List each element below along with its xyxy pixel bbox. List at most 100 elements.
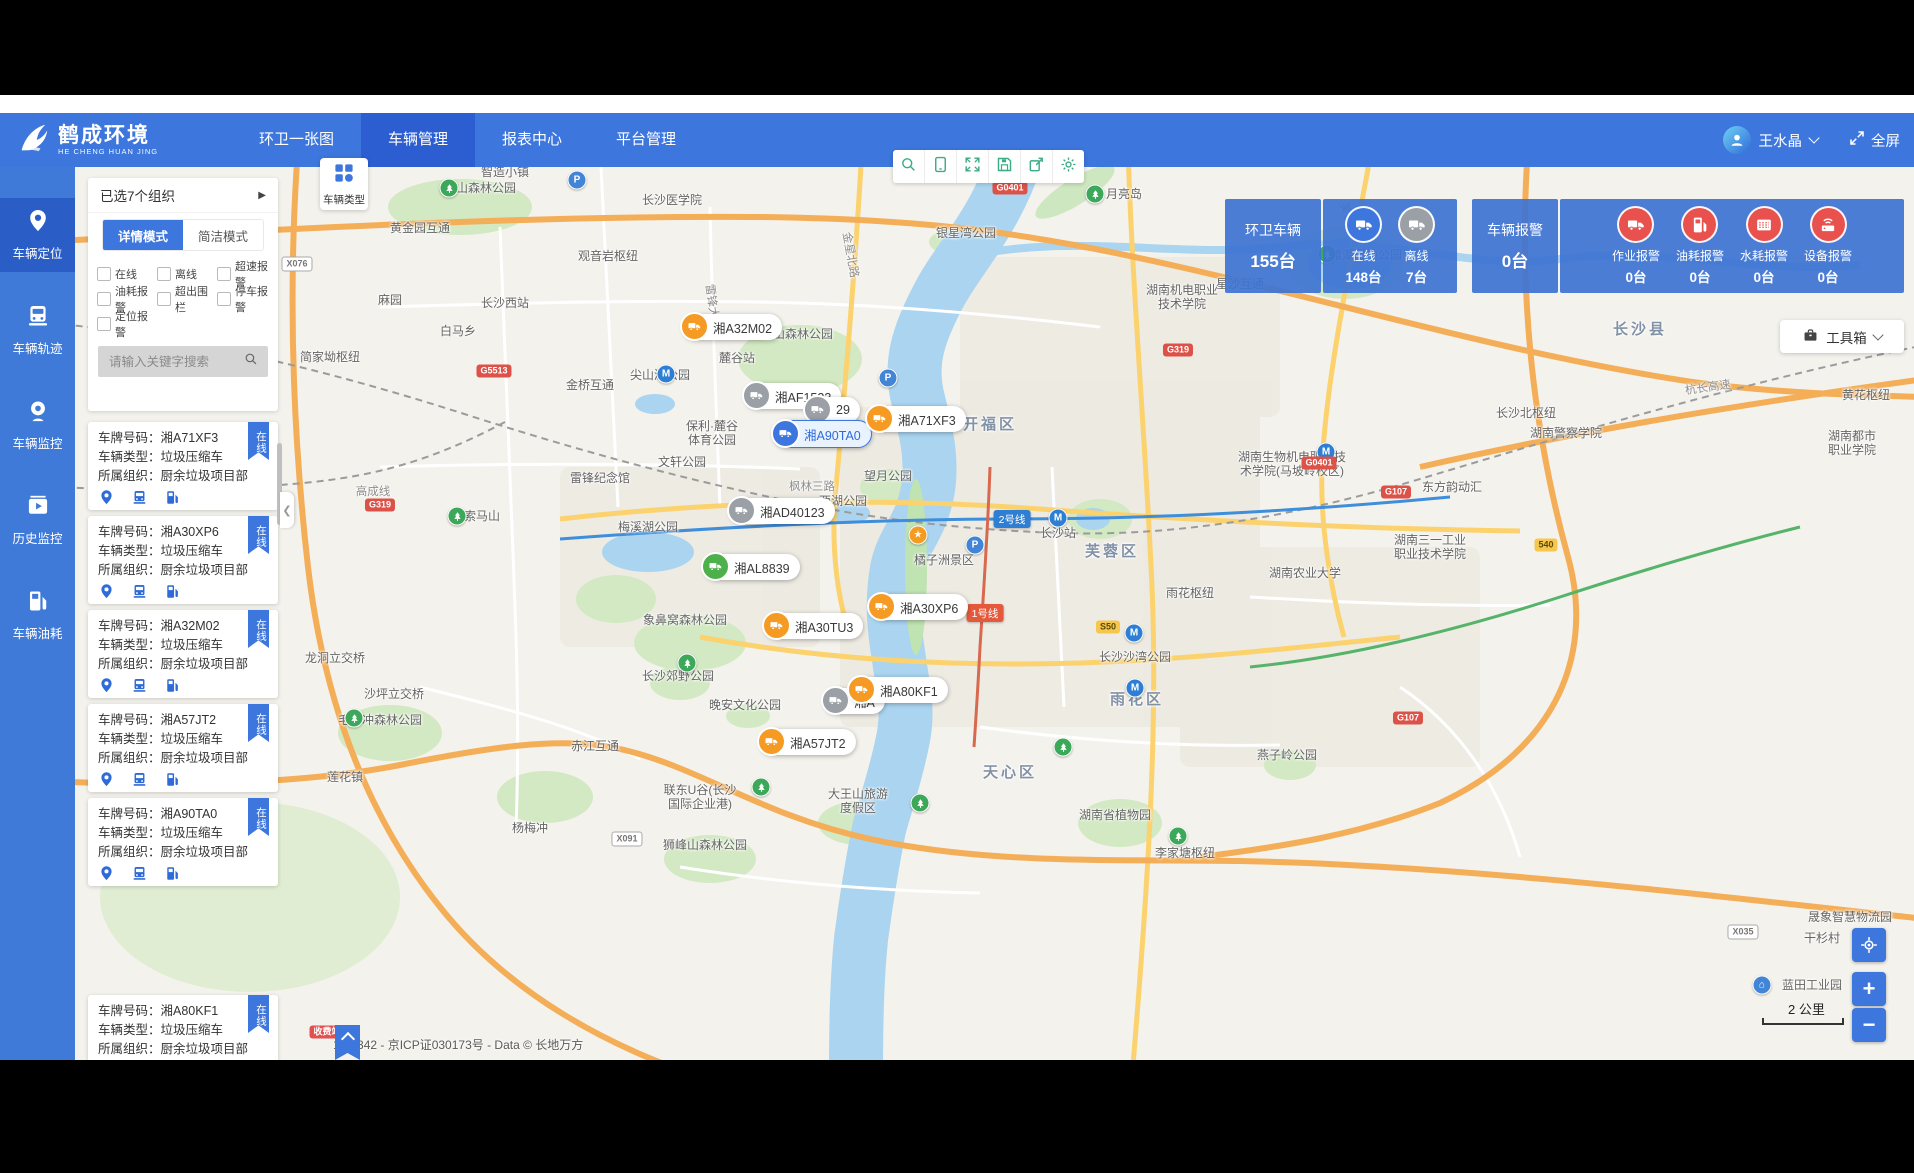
nav-tab-2[interactable]: 报表中心 xyxy=(475,113,589,167)
sidebar-item-0[interactable]: 车辆定位 xyxy=(0,198,75,272)
track-vehicle-icon[interactable] xyxy=(131,771,148,793)
road-shield: X091 xyxy=(611,832,642,847)
tab-mode-0[interactable]: 详情模式 xyxy=(103,220,183,250)
checkbox-icon xyxy=(97,267,111,281)
sidebar-item-2[interactable]: 车辆监控 xyxy=(0,388,75,462)
locate-vehicle-icon[interactable] xyxy=(98,865,115,887)
tree-poi-icon xyxy=(1086,185,1105,204)
vehicle-marker-湘AL8839[interactable]: 湘AL8839 xyxy=(704,554,800,580)
locate-vehicle-icon[interactable] xyxy=(98,771,115,793)
fullscreen-fit-button[interactable] xyxy=(957,150,989,183)
tree-poi-icon xyxy=(1169,827,1188,846)
locate-vehicle-icon[interactable] xyxy=(98,489,115,511)
filter-checkbox-6[interactable]: 定位报警 xyxy=(97,311,157,336)
checkbox-icon xyxy=(217,292,231,306)
m-poi-icon: M xyxy=(1049,509,1068,528)
online-offline-card[interactable]: 在线 148台 离线 7台 xyxy=(1323,199,1457,293)
map-area: 智造小镇乌山森林公园长沙医学院黄金园互通月亮岛银星湾公园观音岩枢纽星沙互通松雅湖… xyxy=(0,167,1914,1060)
locate-vehicle-icon[interactable] xyxy=(98,583,115,605)
filter-label: 在线 xyxy=(115,266,137,282)
vehicle-marker-湘A80KF1[interactable]: 湘A80KF1 xyxy=(850,677,948,703)
toolbox-dropdown[interactable]: 工具箱 xyxy=(1780,320,1904,353)
nav-tab-1[interactable]: 车辆管理 xyxy=(361,113,475,167)
measure-icon xyxy=(931,155,950,179)
zoom-out-button[interactable]: − xyxy=(1852,1008,1886,1042)
alarm-counters-card[interactable]: 作业报警0台油耗报警0台水耗报警0台设备报警0台 xyxy=(1560,199,1904,293)
map-copyright: 1111342 - 京ICP证030173号 - Data © 长地万方 xyxy=(333,1036,583,1053)
vehicle-marker-湘A71XF3[interactable]: 湘A71XF3 xyxy=(868,406,966,432)
vehicle-card-湘A80KF1[interactable]: 车牌号码：湘A80KF1车辆类型：垃圾压缩车所属组织：厨余垃圾项目部在线 xyxy=(88,995,278,1060)
settings-button[interactable] xyxy=(1053,150,1084,183)
fuel-record-icon[interactable] xyxy=(164,583,181,605)
card-type: 车辆类型：垃圾压缩车 xyxy=(98,636,268,655)
user-avatar[interactable] xyxy=(1723,126,1751,154)
vehicle-type-button[interactable]: 车辆类型 xyxy=(320,158,368,210)
alarm-stat-1: 油耗报警0台 xyxy=(1676,206,1724,286)
road-shield: G319 xyxy=(365,499,395,512)
fullscreen-button[interactable]: 全屏 xyxy=(1848,129,1900,151)
tab-mode-1[interactable]: 简洁模式 xyxy=(183,220,263,250)
fleet-total-label: 环卫车辆 xyxy=(1245,220,1301,240)
vehicle-marker-湘A30TU3[interactable]: 湘A30TU3 xyxy=(765,613,863,639)
track-vehicle-icon[interactable] xyxy=(131,489,148,511)
vehicle-marker-湘A30XP6[interactable]: 湘A30XP6 xyxy=(870,594,968,620)
export-button[interactable] xyxy=(1021,150,1053,183)
sidebar-item-3[interactable]: 历史监控 xyxy=(0,483,75,557)
checkbox-icon xyxy=(157,292,171,306)
fuel-record-icon[interactable] xyxy=(164,771,181,793)
sidebar-item-4[interactable]: 车辆油耗 xyxy=(0,578,75,652)
vehicle-marker-湘A90TA0[interactable]: 湘A90TA0 xyxy=(773,420,872,448)
vehicle-card-湘A30XP6[interactable]: 车牌号码：湘A30XP6车辆类型：垃圾压缩车所属组织：厨余垃圾项目部在线 xyxy=(88,516,278,604)
filter-checkbox-4[interactable]: 超出围栏 xyxy=(157,286,217,311)
app-window: 鹤成环境 HE CHENG HUAN JING 环卫一张图车辆管理报表中心平台管… xyxy=(0,95,1914,1060)
zoom-search-button[interactable] xyxy=(893,150,925,183)
road-shield: G107 xyxy=(1381,486,1411,499)
track-vehicle-icon[interactable] xyxy=(131,865,148,887)
vehicle-marker-湘A32M02[interactable]: 湘A32M02 xyxy=(683,314,782,340)
checkbox-icon xyxy=(217,267,231,281)
road-shield: G107 xyxy=(1393,712,1423,725)
nav-tab-3[interactable]: 平台管理 xyxy=(589,113,703,167)
zoom-search-icon xyxy=(899,155,918,179)
locate-button[interactable] xyxy=(1852,928,1886,962)
search-input[interactable] xyxy=(107,354,237,370)
sidebar-item-1[interactable]: 车辆轨迹 xyxy=(0,293,75,367)
vehicle-marker-湘A57JT2[interactable]: 湘A57JT2 xyxy=(760,729,856,755)
org-selector-label: 已选7个组织 xyxy=(100,185,175,205)
track-vehicle-icon[interactable] xyxy=(131,583,148,605)
alarm-value: 0台 xyxy=(1689,266,1710,286)
save-button[interactable] xyxy=(989,150,1021,183)
track-vehicle-icon[interactable] xyxy=(131,677,148,699)
filter-checkbox-5[interactable]: 停车报警 xyxy=(217,286,277,311)
user-name[interactable]: 王水晶 xyxy=(1759,130,1803,151)
expand-arrow-icon[interactable]: ▶ xyxy=(258,190,266,201)
fuel-record-icon[interactable] xyxy=(164,677,181,699)
fleet-total-card[interactable]: 环卫车辆 155台 xyxy=(1225,199,1321,293)
chevron-down-icon[interactable] xyxy=(1808,132,1819,143)
vehicle-marker-湘AD40123[interactable]: 湘AD40123 xyxy=(730,498,835,524)
measure-button[interactable] xyxy=(925,150,957,183)
map-scale-label: 2 公里 xyxy=(1788,999,1825,1018)
fuel-record-icon[interactable] xyxy=(164,865,181,887)
truck-alarm-icon xyxy=(1617,206,1654,243)
marker-plate: 湘A90TA0 xyxy=(804,425,861,444)
vehicle-alarm-card[interactable]: 车辆报警 0台 xyxy=(1472,199,1558,293)
fuel-record-icon[interactable] xyxy=(164,489,181,511)
vehicle-card-湘A90TA0[interactable]: 车牌号码：湘A90TA0车辆类型：垃圾压缩车所属组织：厨余垃圾项目部在线 xyxy=(88,798,278,886)
vehicle-card-湘A71XF3[interactable]: 车牌号码：湘A71XF3车辆类型：垃圾压缩车所属组织：厨余垃圾项目部在线 xyxy=(88,422,278,510)
sidebar-item-label: 历史监控 xyxy=(12,528,62,547)
search-icon[interactable] xyxy=(243,351,259,372)
zoom-in-button[interactable]: + xyxy=(1852,972,1886,1006)
panel-collapse-handle[interactable]: ❮ xyxy=(280,492,294,528)
truck-icon xyxy=(771,419,800,448)
card-org: 所属组织：厨余垃圾项目部 xyxy=(98,655,268,674)
fullscreen-label: 全屏 xyxy=(1871,130,1900,151)
locate-vehicle-icon[interactable] xyxy=(98,677,115,699)
vehicle-card-湘A32M02[interactable]: 车牌号码：湘A32M02车辆类型：垃圾压缩车所属组织：厨余垃圾项目部在线 xyxy=(88,610,278,698)
alarm-stat-0: 作业报警0台 xyxy=(1612,206,1660,286)
online-label: 在线 xyxy=(1351,247,1375,264)
org-selector[interactable]: 已选7个组织 ▶ xyxy=(88,178,278,213)
map-toolbar xyxy=(893,150,1084,183)
vehicle-card-湘A57JT2[interactable]: 车牌号码：湘A57JT2车辆类型：垃圾压缩车所属组织：厨余垃圾项目部在线 xyxy=(88,704,278,792)
tree-poi-icon xyxy=(752,778,771,797)
